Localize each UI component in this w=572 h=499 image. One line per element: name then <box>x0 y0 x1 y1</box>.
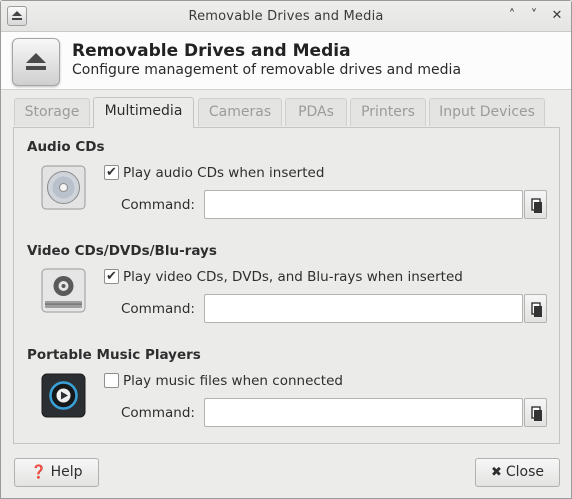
close-button[interactable]: ✖ Close <box>475 458 560 487</box>
tab-input-devices[interactable]: Input Devices <box>429 98 545 126</box>
play-audio-cds-label[interactable]: Play audio CDs when inserted <box>123 165 324 181</box>
shade-button[interactable]: ˄ <box>503 7 521 25</box>
play-music-files-label[interactable]: Play music files when connected <box>123 373 343 389</box>
video-command-browse-button[interactable] <box>524 294 547 323</box>
help-icon: ❓ <box>30 465 47 480</box>
tab-printers[interactable]: Printers <box>350 98 426 126</box>
minimize-button[interactable]: ˅ <box>525 7 543 25</box>
audio-command-label: Command: <box>121 197 195 213</box>
play-video-discs-checkbox[interactable]: ✔ <box>104 269 119 284</box>
tab-multimedia[interactable]: Multimedia <box>93 97 194 128</box>
section-title-music-players: Portable Music Players <box>27 347 201 363</box>
play-music-files-checkbox[interactable] <box>104 373 119 388</box>
window-title: Removable Drives and Media <box>188 9 384 24</box>
eject-icon <box>12 38 60 86</box>
play-video-discs-label[interactable]: Play video CDs, DVDs, and Blu-rays when … <box>123 269 463 285</box>
play-audio-cds-checkbox[interactable]: ✔ <box>104 165 119 180</box>
close-window-button[interactable]: ✕ <box>548 7 566 25</box>
optical-drive-icon <box>41 268 86 313</box>
music-command-input[interactable] <box>204 398 523 427</box>
help-button-label: Help <box>50 464 83 480</box>
open-file-icon <box>531 302 542 317</box>
close-icon: ✖ <box>490 465 502 480</box>
audio-command-input[interactable] <box>204 190 523 219</box>
header-subtitle: Configure management of removable drives… <box>72 62 462 78</box>
audio-command-browse-button[interactable] <box>524 190 547 219</box>
close-button-label: Close <box>505 464 545 480</box>
section-title-audio-cds: Audio CDs <box>27 139 105 155</box>
title-bar[interactable]: Removable Drives and Media ˄ ˅ ✕ <box>1 1 571 32</box>
video-command-input[interactable] <box>204 294 523 323</box>
dialog-header: Removable Drives and Media Configure man… <box>1 32 571 90</box>
music-command-browse-button[interactable] <box>524 398 547 427</box>
open-file-icon <box>531 198 542 213</box>
tab-cameras[interactable]: Cameras <box>198 98 282 126</box>
audio-cd-icon <box>41 165 86 210</box>
video-command-label: Command: <box>121 301 195 317</box>
tab-storage[interactable]: Storage <box>14 98 90 126</box>
open-file-icon <box>531 406 542 421</box>
section-title-video-discs: Video CDs/DVDs/Blu-rays <box>27 243 217 259</box>
music-player-icon <box>41 373 86 418</box>
music-command-label: Command: <box>121 405 195 421</box>
header-title: Removable Drives and Media <box>72 41 351 61</box>
help-button[interactable]: ❓ Help <box>14 458 99 487</box>
dialog-window: Removable Drives and Media ˄ ˅ ✕ Removab… <box>0 0 572 499</box>
tab-pdas[interactable]: PDAs <box>285 98 347 126</box>
